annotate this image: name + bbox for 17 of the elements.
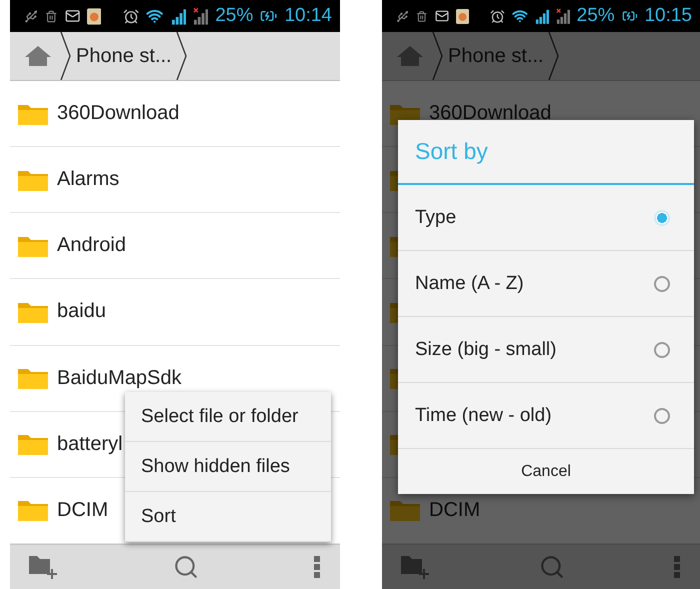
- folder-name: DCIM: [429, 498, 480, 522]
- option-label: Time (new - old): [415, 404, 552, 426]
- folder-name: BaiduMapSdk: [57, 366, 182, 390]
- folder-name: baidu: [57, 300, 106, 324]
- folder-name: Android: [57, 234, 126, 258]
- clock-time: 10:15: [644, 5, 692, 27]
- option-label: Type: [415, 206, 456, 228]
- folder-name: 360Download: [57, 102, 180, 126]
- folder-name: Alarms: [57, 168, 120, 192]
- battery-percent: 25%: [215, 5, 254, 27]
- clock-time: 10:14: [284, 5, 332, 27]
- option-label: Size (big - small): [415, 338, 556, 360]
- option-label: Name (A - Z): [415, 272, 524, 294]
- folder-name: DCIM: [57, 498, 108, 522]
- folder-name: batteryl: [57, 432, 123, 456]
- dialog-title: Sort by: [398, 120, 694, 185]
- battery-percent: 25%: [576, 5, 615, 27]
